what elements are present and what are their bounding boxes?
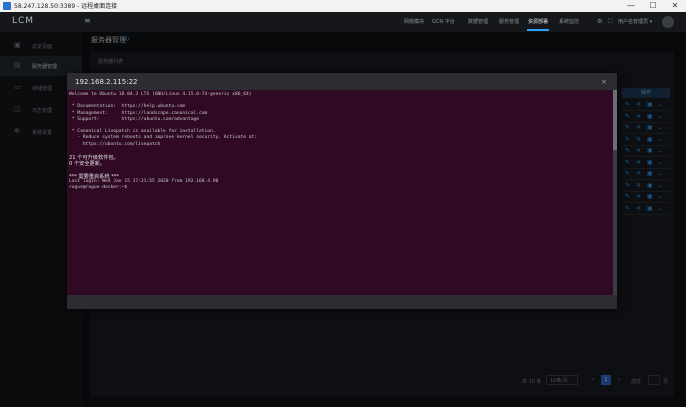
menu-toggle-icon[interactable]: ≡ <box>84 16 91 25</box>
terminal-line: rogue@rogue-docker:~$ <box>69 185 128 190</box>
terminal-line: https://ubuntu.com/livepatch <box>69 141 161 147</box>
ssh-terminal-dialog: 192.168.2.115:22 × Welcome to Ubuntu 18.… <box>67 73 617 309</box>
nav-item-deploy[interactable]: 资源部署 <box>528 18 548 25</box>
window-title: 58.247.128.50:3389 - 远程桌面连接 <box>14 3 118 10</box>
window-title-bar: 58.247.128.50:3389 - 远程桌面连接 — ☐ ✕ <box>0 0 686 12</box>
terminal-line: - Reduce system reboots and improve kern… <box>69 135 258 141</box>
minimize-button[interactable]: — <box>620 0 642 12</box>
terminal-screen[interactable]: Welcome to Ubuntu 18.04.3 LTS (GNU/Linux… <box>67 90 613 295</box>
close-window-button[interactable]: ✕ <box>664 0 686 12</box>
user-menu[interactable]: 用户名管理员 ▾ <box>618 18 652 25</box>
nav-item-service[interactable]: 服务管理 <box>499 18 519 25</box>
fullscreen-icon[interactable]: ⛶ <box>608 18 612 26</box>
terminal-line: Welcome to Ubuntu 18.04.3 LTS (GNU/Linux… <box>69 92 252 97</box>
avatar[interactable] <box>662 16 674 28</box>
terminal-line: * Canonical Livepatch is available for i… <box>69 129 216 135</box>
nav-item-data[interactable]: 数据管理 <box>468 18 488 25</box>
terminal-line: * Documentation: https://help.ubuntu.com <box>69 104 186 110</box>
maximize-button[interactable]: ☐ <box>642 0 664 12</box>
terminal-scroll-thumb[interactable] <box>613 90 617 150</box>
terminal-line: Last login: Wed Jan 15 17:21:55 2020 fro… <box>69 178 219 184</box>
terminal-line: * Management: https://landscape.canonica… <box>69 110 208 116</box>
nav-item-gcn[interactable]: GCN 平台 <box>432 18 455 25</box>
app-header: LCM ≡ 网络模块 GCN 平台 数据管理 服务管理 资源部署 系统监控 ⚙ … <box>0 12 686 33</box>
active-nav-indicator <box>527 29 549 31</box>
close-icon[interactable]: × <box>601 78 607 86</box>
terminal-line: * Support: https://ubuntu.com/advantage <box>69 116 199 122</box>
nav-item-network[interactable]: 网络模块 <box>404 18 424 25</box>
nav-item-monitor[interactable]: 系统监控 <box>559 18 579 25</box>
remote-desktop-icon <box>3 2 11 10</box>
settings-icon[interactable]: ⚙ <box>597 18 602 25</box>
dialog-title: 192.168.2.115:22 <box>75 78 138 86</box>
dialog-footer <box>67 295 617 309</box>
app-logo: LCM <box>12 16 35 26</box>
terminal-line: 0 个安全更新。 <box>69 161 106 168</box>
